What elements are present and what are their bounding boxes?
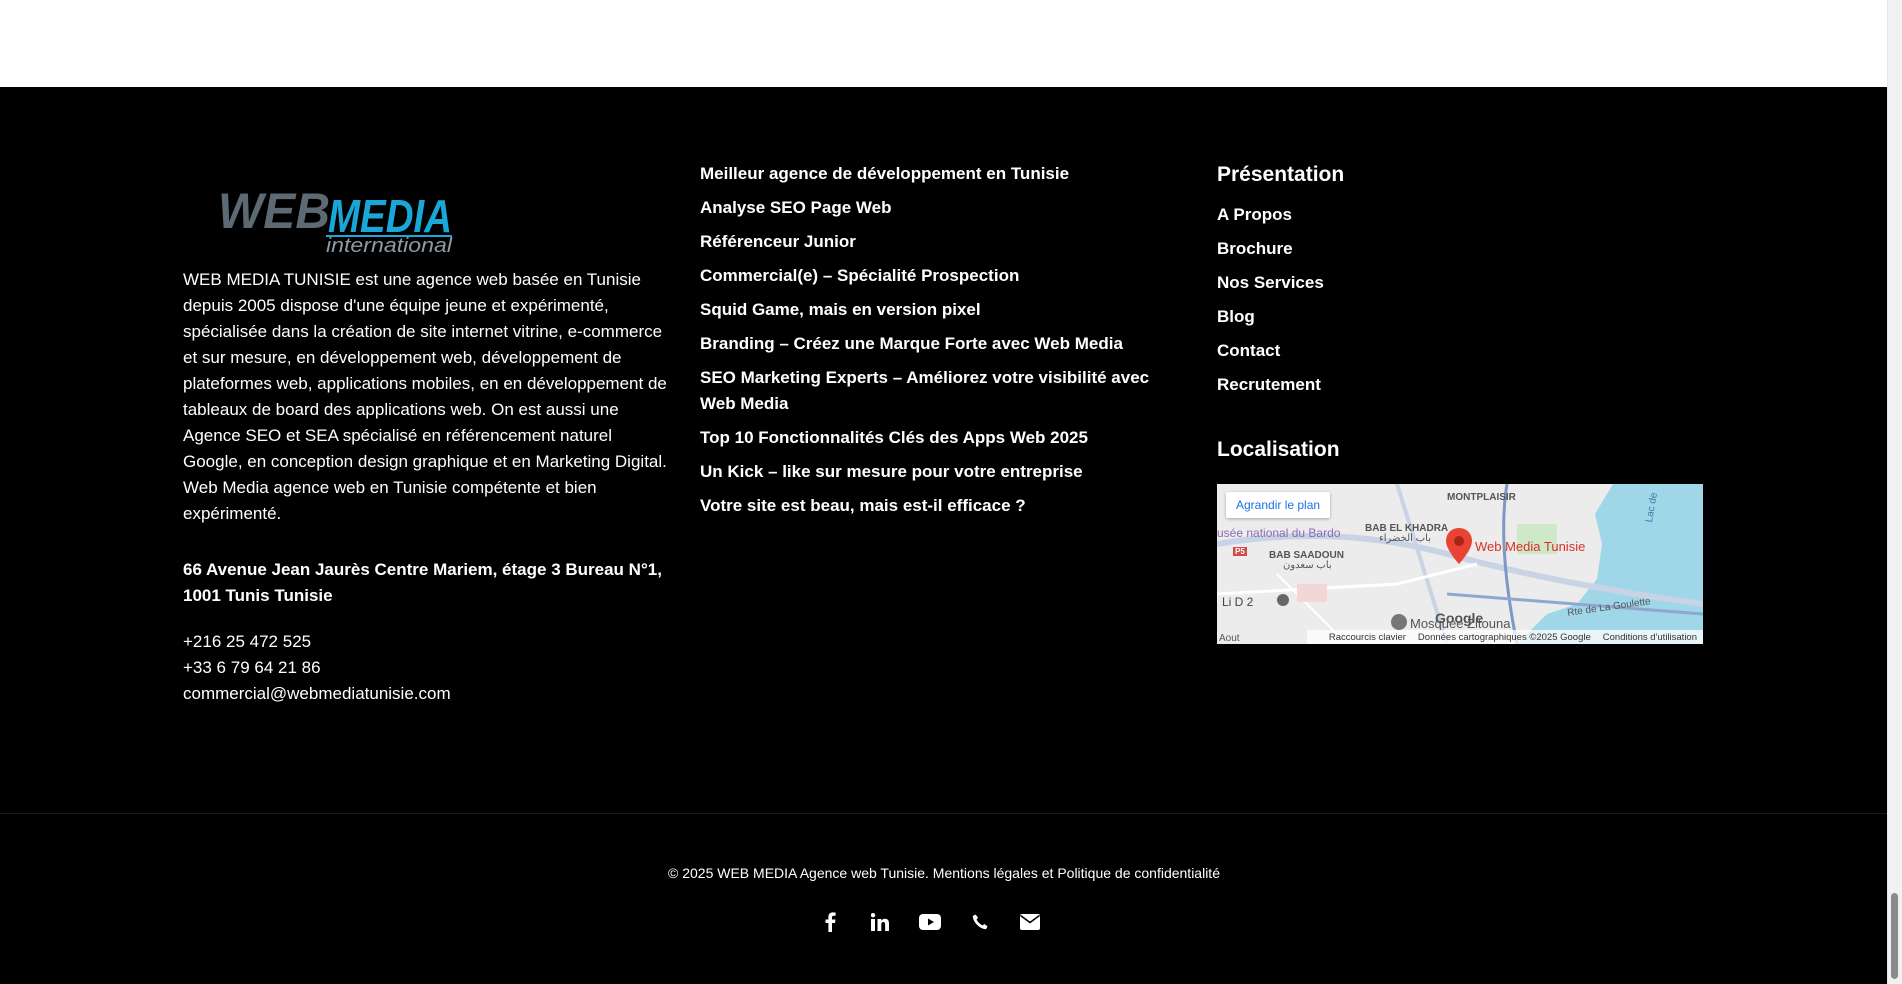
copyright-text: © 2025 WEB MEDIA Agence web Tunisie. Men…	[668, 865, 1220, 881]
localisation-title: Localisation	[1217, 438, 1340, 461]
map-place-label[interactable]: Web Media Tunisie	[1475, 539, 1585, 554]
metro-icon	[1277, 594, 1289, 606]
post-link[interactable]: Référenceur Junior	[700, 229, 1180, 255]
menu-item-nos-services[interactable]: Nos Services	[1217, 270, 1707, 296]
phone-tunisia[interactable]: +216 25 472 525	[183, 629, 451, 655]
svg-text:WEB: WEB	[218, 183, 330, 239]
map-label-aout: Aout	[1219, 633, 1240, 644]
keyboard-shortcuts-link[interactable]: Raccourcis clavier	[1329, 632, 1406, 643]
google-map[interactable]: Agrandir le plan MONTPLAISIR BAB EL KHAD…	[1217, 484, 1703, 644]
post-link[interactable]: Squid Game, mais en version pixel	[700, 297, 1180, 323]
enlarge-map-button[interactable]: Agrandir le plan	[1226, 492, 1331, 518]
footer-divider	[0, 813, 1888, 814]
contact-block: +216 25 472 525 +33 6 79 64 21 86 commer…	[183, 629, 451, 707]
phone-icon[interactable]	[968, 910, 992, 934]
terms-link[interactable]: Conditions d'utilisation	[1603, 632, 1697, 643]
phone-france[interactable]: +33 6 79 64 21 86	[183, 655, 451, 681]
presentation-title: Présentation	[1217, 163, 1345, 186]
post-link[interactable]: Analyse SEO Page Web	[700, 195, 1180, 221]
post-link[interactable]: Votre site est beau, mais est-il efficac…	[700, 493, 1180, 519]
post-link[interactable]: Commercial(e) – Spécialité Prospection	[700, 263, 1180, 289]
menu-item-a-propos[interactable]: A Propos	[1217, 202, 1707, 228]
svg-text:international: international	[326, 235, 453, 254]
map-label-p5: P5	[1233, 547, 1247, 556]
about-text: WEB MEDIA TUNISIE est une agence web bas…	[183, 270, 667, 523]
map-data-credit: Données cartographiques ©2025 Google	[1417, 631, 1591, 643]
menu-item-blog[interactable]: Blog	[1217, 304, 1707, 330]
mosque-icon	[1391, 614, 1407, 630]
map-label-bardo: usée national du Bardo	[1217, 526, 1341, 540]
youtube-icon[interactable]	[918, 910, 942, 934]
menu-item-recrutement[interactable]: Recrutement	[1217, 372, 1707, 398]
post-link[interactable]: Un Kick – like sur mesure pour votre ent…	[700, 459, 1180, 485]
recent-posts-list: Meilleur agence de développement en Tuni…	[700, 161, 1180, 527]
post-link[interactable]: Meilleur agence de développement en Tuni…	[700, 161, 1180, 187]
post-link[interactable]: SEO Marketing Experts – Améliorez votre …	[700, 365, 1180, 417]
presentation-menu: A Propos Brochure Nos Services Blog Cont…	[1217, 202, 1707, 398]
map-label-bab-el-khadra-ar: باب الخضراء	[1379, 533, 1431, 544]
email-icon[interactable]	[1018, 910, 1042, 934]
webmedia-logo[interactable]: WEB MEDIA international	[212, 170, 456, 257]
facebook-icon[interactable]	[818, 910, 842, 934]
scrollbar-thumb[interactable]	[1891, 893, 1898, 979]
page-content-area	[0, 0, 1888, 87]
map-label-bab-saadoun-ar: باب سعدون	[1283, 560, 1332, 571]
map-footer: Raccourcis clavier Données cartographiqu…	[1307, 630, 1703, 644]
social-links	[818, 910, 1042, 934]
menu-item-contact[interactable]: Contact	[1217, 338, 1707, 364]
map-label-ld2: Li D 2	[1222, 595, 1254, 609]
linkedin-icon[interactable]	[868, 910, 892, 934]
presentation-section: Présentation A Propos Brochure Nos Servi…	[1217, 160, 1707, 406]
page-scrollbar[interactable]	[1887, 0, 1902, 984]
map-pin-icon[interactable]	[1446, 528, 1472, 569]
menu-item-brochure[interactable]: Brochure	[1217, 236, 1707, 262]
post-link[interactable]: Top 10 Fonctionnalités Clés des Apps Web…	[700, 425, 1180, 451]
post-link[interactable]: Branding – Créez une Marque Forte avec W…	[700, 331, 1180, 357]
google-logo: Google	[1435, 610, 1484, 626]
email-link[interactable]: commercial@webmediatunisie.com	[183, 681, 451, 707]
map-label-montplaisir: MONTPLAISIR	[1447, 492, 1516, 503]
address: 66 Avenue Jean Jaurès Centre Mariem, éta…	[183, 560, 662, 605]
